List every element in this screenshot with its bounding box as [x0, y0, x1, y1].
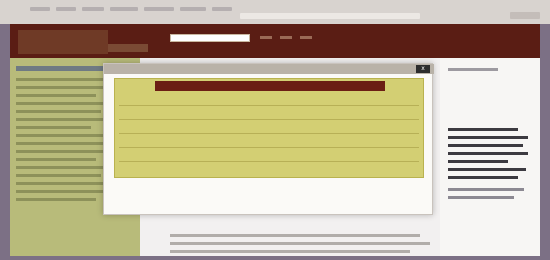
- right-text-line: [448, 144, 523, 147]
- right-text-line: [448, 128, 518, 131]
- nav-link[interactable]: [280, 36, 292, 39]
- menu-item-edit[interactable]: [56, 7, 76, 11]
- site-tagline: [108, 44, 148, 52]
- table-row: [119, 121, 419, 134]
- menu-item-file[interactable]: [30, 7, 50, 11]
- sidebar-item[interactable]: [16, 158, 96, 161]
- page-text-line: [170, 234, 420, 237]
- table-row: [119, 93, 419, 106]
- sidebar-item[interactable]: [16, 102, 111, 105]
- site-logo[interactable]: [18, 30, 108, 54]
- site-header: [10, 24, 540, 58]
- data-table: [114, 78, 424, 178]
- sidebar-item[interactable]: [16, 78, 106, 81]
- sidebar-item[interactable]: [16, 118, 116, 121]
- sidebar-item[interactable]: [16, 142, 106, 145]
- nav-link[interactable]: [260, 36, 272, 39]
- page-text-line: [170, 242, 430, 245]
- right-text-line: [448, 176, 518, 179]
- sidebar-item[interactable]: [16, 150, 116, 153]
- right-text-line: [448, 168, 526, 171]
- right-link[interactable]: [448, 68, 498, 71]
- table-row: [119, 163, 419, 175]
- menu-item-tools[interactable]: [180, 7, 206, 11]
- right-column: [440, 58, 540, 256]
- menu-item-bookmarks[interactable]: [144, 7, 174, 11]
- sidebar-item[interactable]: [16, 134, 111, 137]
- menu-item-go[interactable]: [110, 7, 138, 11]
- table-header: [155, 81, 385, 91]
- nav-link[interactable]: [300, 36, 312, 39]
- sidebar-item[interactable]: [16, 174, 101, 177]
- right-text-line: [448, 152, 528, 155]
- sidebar-item[interactable]: [16, 110, 101, 113]
- sidebar-item[interactable]: [16, 166, 111, 169]
- sidebar-item[interactable]: [16, 198, 96, 201]
- right-text-line: [448, 160, 508, 163]
- menu-item-view[interactable]: [82, 7, 104, 11]
- sidebar-item[interactable]: [16, 182, 106, 185]
- browser-chrome: [0, 0, 550, 24]
- table-row: [119, 107, 419, 120]
- right-text-line: [448, 188, 524, 191]
- window-controls[interactable]: [510, 12, 540, 19]
- sidebar-item[interactable]: [16, 126, 91, 129]
- close-icon[interactable]: x: [416, 65, 430, 73]
- right-text-line: [448, 136, 528, 139]
- table-row: [119, 135, 419, 148]
- search-input[interactable]: [170, 34, 250, 42]
- sidebar-item[interactable]: [16, 94, 96, 97]
- address-bar[interactable]: [240, 13, 420, 19]
- modal-dialog: x: [103, 63, 434, 215]
- right-text-line: [448, 196, 514, 199]
- table-row: [119, 149, 419, 162]
- sidebar-item[interactable]: [16, 190, 116, 193]
- dialog-titlebar: x: [104, 64, 434, 74]
- sidebar-item[interactable]: [16, 86, 116, 89]
- menu-item-help[interactable]: [212, 7, 232, 11]
- page-text-line: [170, 250, 410, 253]
